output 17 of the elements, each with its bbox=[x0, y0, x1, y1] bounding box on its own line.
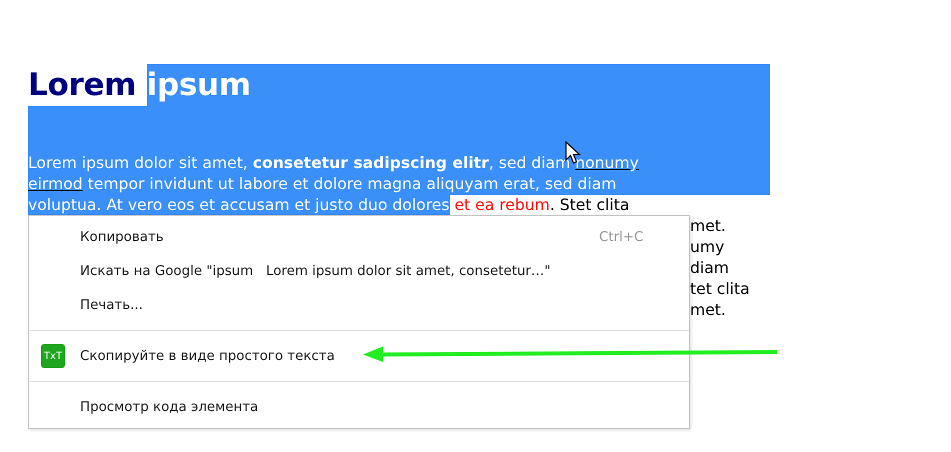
menu-item[interactable]: Копировать Ctrl+C bbox=[29, 220, 689, 254]
shortcut-text: Ctrl+C bbox=[599, 230, 644, 244]
paragraph-text: met. bbox=[690, 301, 726, 319]
paragraph-text: consetetur sadipscing elitr bbox=[252, 153, 489, 174]
menu-item[interactable]: Печать... bbox=[29, 288, 689, 322]
paragraph-text: umy bbox=[690, 238, 724, 256]
menu-item[interactable]: TxT Скопируйте в виде простого текста bbox=[29, 339, 689, 373]
paragraph-text: tet clita bbox=[690, 280, 750, 298]
paragraph-text: met. bbox=[690, 217, 726, 235]
paragraph-text: et ea rebum bbox=[453, 195, 550, 216]
heading-text: ipsum bbox=[146, 64, 770, 106]
paragraph-text: . Stet clita bbox=[550, 195, 630, 216]
paragraph-text: diam bbox=[690, 259, 729, 277]
paragraph-text: voluptua. At vero eos et accusam et justo duo dolores bbox=[28, 195, 450, 216]
txt-icon: TxT bbox=[41, 344, 65, 368]
menu-item[interactable]: Просмотр кода элемента bbox=[29, 390, 689, 424]
menu-item[interactable]: Искать на Google "ipsum Lorem ipsum dolor sit amet, consetetur…" bbox=[29, 254, 689, 288]
